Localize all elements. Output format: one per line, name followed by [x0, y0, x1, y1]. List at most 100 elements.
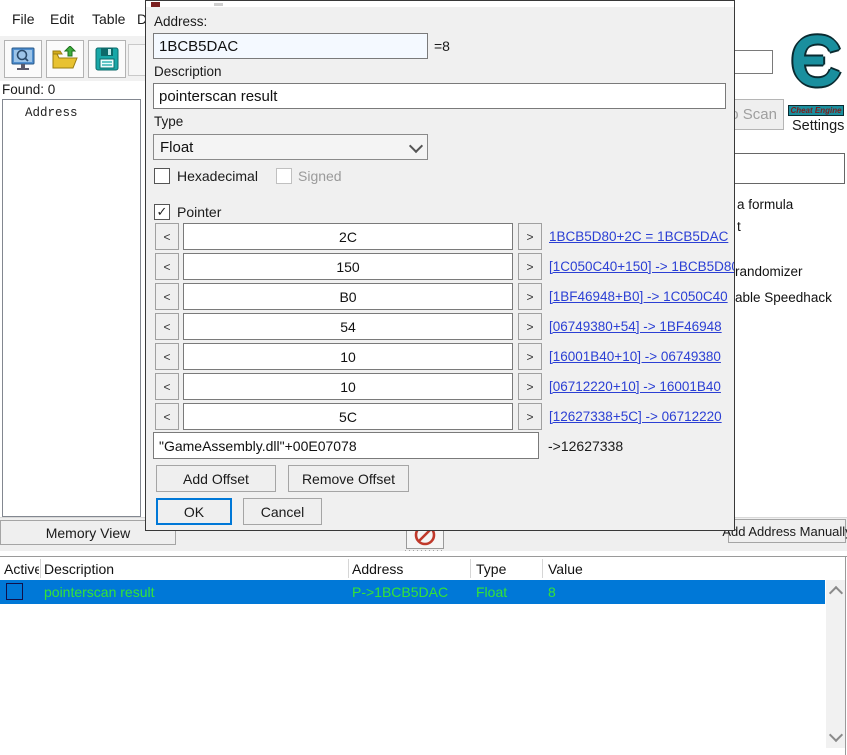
value-input-fragment[interactable] — [733, 153, 845, 184]
signed-label: Signed — [298, 168, 342, 184]
col-value[interactable]: Value — [548, 561, 668, 577]
type-dropdown[interactable]: Float — [153, 134, 428, 160]
offset-increase-button[interactable]: > — [518, 253, 542, 280]
found-list-header: Address — [3, 100, 140, 120]
base-resolves-label: ->12627338 — [548, 438, 623, 454]
active-checkbox[interactable] — [6, 583, 23, 600]
greater-icon: > — [526, 350, 533, 364]
less-icon: < — [163, 380, 170, 394]
offset-value: 2C — [339, 229, 357, 245]
type-dropdown-value: Float — [160, 139, 193, 156]
hexadecimal-checkbox[interactable] — [154, 168, 170, 184]
offset-increase-button[interactable]: > — [518, 373, 542, 400]
save-table-button[interactable] — [88, 40, 126, 78]
offset-increase-button[interactable]: > — [518, 283, 542, 310]
select-process-button[interactable] — [4, 40, 42, 78]
row-type: Float — [476, 584, 538, 600]
offset-increase-button[interactable]: > — [518, 313, 542, 340]
pointer-resolve-link[interactable]: [1C050C40+150] -> 1BCB5D80 — [549, 259, 735, 274]
offset-decrease-button[interactable]: < — [155, 253, 179, 280]
row-value: 8 — [548, 584, 668, 600]
offset-input-5[interactable]: 10 — [183, 373, 513, 400]
found-count-label: Found: 0 — [2, 82, 55, 97]
pointer-resolve-link[interactable]: [06749380+54] -> 1BF46948 — [549, 319, 722, 334]
cheat-engine-logo: Є Cheat Engine — [786, 24, 846, 116]
open-table-button[interactable] — [46, 40, 84, 78]
description-input-value: pointerscan result — [159, 88, 277, 105]
settings-link[interactable]: Settings — [792, 118, 844, 134]
found-list[interactable]: Address — [2, 99, 141, 517]
table-scrollbar[interactable] — [826, 580, 845, 748]
menu-edit[interactable]: Edit — [50, 11, 74, 27]
offset-value: 5C — [339, 409, 357, 425]
offset-decrease-button[interactable]: < — [155, 283, 179, 310]
offset-input-3[interactable]: 54 — [183, 313, 513, 340]
less-icon: < — [163, 230, 170, 244]
ok-label: OK — [184, 504, 204, 520]
menu-file[interactable]: File — [12, 11, 35, 27]
cancel-button[interactable]: Cancel — [243, 498, 322, 525]
pointer-resolve-link[interactable]: [16001B40+10] -> 06749380 — [549, 349, 721, 364]
offset-input-4[interactable]: 10 — [183, 343, 513, 370]
col-divider[interactable] — [40, 559, 41, 578]
address-input[interactable]: 1BCB5DAC — [153, 33, 428, 59]
lua-formula-label-fragment: a formula — [737, 197, 793, 212]
memory-view-label: Memory View — [46, 525, 131, 541]
offset-increase-button[interactable]: > — [518, 403, 542, 430]
less-icon: < — [163, 320, 170, 334]
menu-table[interactable]: Table — [92, 11, 125, 27]
add-address-manually-button[interactable]: Add Address Manually — [728, 519, 846, 543]
col-description[interactable]: Description — [44, 561, 344, 577]
greater-icon: > — [526, 410, 533, 424]
col-active[interactable]: Active — [4, 561, 39, 577]
less-icon: < — [163, 410, 170, 424]
greater-icon: > — [526, 380, 533, 394]
offset-value: B0 — [339, 289, 356, 305]
ok-button[interactable]: OK — [156, 498, 232, 525]
offset-decrease-button[interactable]: < — [155, 373, 179, 400]
offset-input-6[interactable]: 5C — [183, 403, 513, 430]
offset-input-1[interactable]: 150 — [183, 253, 513, 280]
change-address-dialog: Address: 1BCB5DAC =8 Description pointer… — [145, 0, 735, 531]
type-label: Type — [154, 114, 183, 129]
logo-glyph: Є — [786, 24, 846, 100]
pointer-resolve-link[interactable]: [1BF46948+B0] -> 1C050C40 — [549, 289, 728, 304]
not-label-fragment: t — [737, 219, 741, 234]
col-divider[interactable] — [542, 559, 543, 578]
col-type[interactable]: Type — [476, 561, 538, 577]
pointer-resolve-link[interactable]: 1BCB5D80+2C = 1BCB5DAC — [549, 229, 728, 244]
logo-caption: Cheat Engine — [788, 105, 843, 116]
greater-icon: > — [526, 320, 533, 334]
base-address-input[interactable]: "GameAssembly.dll"+00E07078 — [153, 432, 539, 459]
offset-decrease-button[interactable]: < — [155, 343, 179, 370]
offset-input-0[interactable]: 2C — [183, 223, 513, 250]
scroll-down-icon[interactable] — [829, 728, 843, 742]
splitter-handle[interactable]: ·········· — [404, 545, 450, 555]
pointer-resolve-link[interactable]: [12627338+5C] -> 06712220 — [549, 409, 722, 424]
remove-offset-button[interactable]: Remove Offset — [288, 465, 409, 492]
pointer-resolve-link[interactable]: [06712220+10] -> 16001B40 — [549, 379, 721, 394]
less-icon: < — [163, 350, 170, 364]
scroll-up-icon[interactable] — [829, 586, 843, 600]
col-divider[interactable] — [470, 559, 471, 578]
offset-decrease-button[interactable]: < — [155, 403, 179, 430]
add-offset-button[interactable]: Add Offset — [156, 465, 276, 492]
row-description: pointerscan result — [44, 584, 344, 600]
offset-decrease-button[interactable]: < — [155, 223, 179, 250]
hidden-input-fragment — [733, 50, 773, 74]
signed-checkbox — [276, 168, 292, 184]
check-icon: ✓ — [157, 204, 168, 220]
enable-speedhack-label-fragment: able Speedhack — [735, 290, 832, 305]
offset-increase-button[interactable]: > — [518, 343, 542, 370]
col-address[interactable]: Address — [352, 561, 467, 577]
col-divider[interactable] — [348, 559, 349, 578]
offset-increase-button[interactable]: > — [518, 223, 542, 250]
offset-input-2[interactable]: B0 — [183, 283, 513, 310]
select-process-icon — [9, 46, 37, 72]
hexadecimal-label: Hexadecimal — [177, 168, 258, 184]
pointer-checkbox[interactable]: ✓ — [154, 204, 170, 220]
table-row[interactable]: pointerscan result P->1BCB5DAC Float 8 — [0, 580, 825, 604]
undo-scan-label-fragment: o Scan — [730, 106, 777, 123]
description-input[interactable]: pointerscan result — [153, 83, 726, 109]
offset-decrease-button[interactable]: < — [155, 313, 179, 340]
